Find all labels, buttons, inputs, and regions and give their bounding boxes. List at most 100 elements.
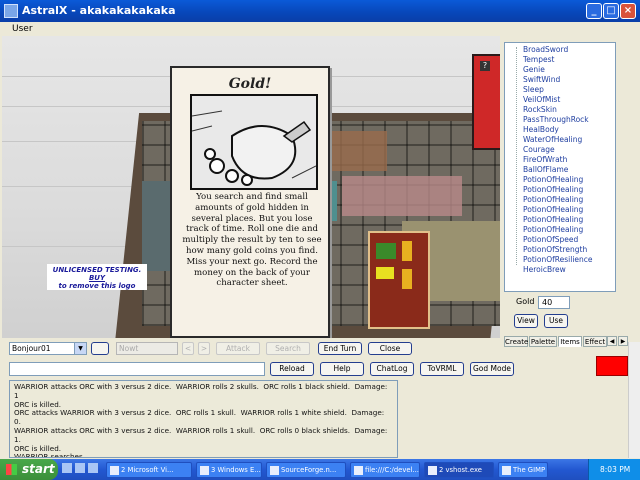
chevron-down-icon[interactable]: ▼ — [74, 343, 86, 354]
gold-sack-illustration — [190, 94, 318, 190]
item-list-entry[interactable]: PotionOfHealing — [523, 205, 583, 215]
item-list-entry[interactable]: PotionOfHealing — [523, 185, 583, 195]
red-door-tile: ? — [472, 54, 500, 150]
item-list-entry[interactable]: Genie — [523, 65, 545, 75]
item-list-entry[interactable]: PotionOfHealing — [523, 225, 583, 235]
app-icon — [270, 466, 279, 475]
view-button[interactable]: View — [514, 314, 538, 328]
log-line: WARRIOR attacks ORC with 3 versus 2 dice… — [14, 382, 390, 400]
item-list-entry[interactable]: Tempest — [523, 55, 554, 65]
item-list-entry[interactable]: Sleep — [523, 85, 544, 95]
item-list-entry[interactable]: PotionOfStrength — [523, 245, 587, 255]
app-icon — [110, 466, 119, 475]
help-button[interactable]: Help — [320, 362, 364, 376]
title-bar[interactable]: AstralX - akakakakakaka _ □ × — [0, 0, 640, 22]
minimize-button[interactable]: _ — [586, 3, 602, 19]
player-select-value: Bonjour01 — [12, 344, 51, 353]
watermark-line3: to remove this logo — [58, 282, 136, 290]
prev-button[interactable]: < — [182, 342, 194, 355]
reload-button[interactable]: Reload — [270, 362, 314, 376]
quick-launch-icon[interactable] — [75, 463, 85, 473]
menu-user[interactable]: User — [12, 22, 33, 36]
item-list-entry[interactable]: HeroicBrew — [523, 265, 566, 275]
log-line: WARRIOR attacks ORC with 3 versus 2 dice… — [14, 425, 390, 444]
search-button[interactable]: Search — [266, 342, 310, 355]
taskbar-item[interactable]: file:///C:/devel... — [350, 462, 420, 478]
tab-effect[interactable]: Effect — [583, 336, 607, 347]
gold-label: Gold — [516, 297, 535, 306]
item-list-entry[interactable]: VeilOfMist — [523, 95, 560, 105]
attack-button[interactable]: Attack — [216, 342, 260, 355]
quick-launch-icon[interactable] — [62, 463, 72, 473]
combat-log[interactable]: WARRIOR attacks ORC with 3 versus 2 dice… — [9, 380, 398, 458]
game-viewport[interactable]: Gold! You search and find small amounts … — [2, 36, 500, 338]
unlicensed-watermark[interactable]: UNLICENSED TESTING. BUY to remove this l… — [47, 264, 147, 290]
event-card: Gold! You search and find small amounts … — [170, 66, 330, 338]
taskbar-item[interactable]: 3 Windows E... — [196, 462, 262, 478]
player-select[interactable]: Bonjour01 ▼ — [9, 342, 87, 355]
tab-items[interactable]: Items — [558, 336, 582, 347]
taskbar-item-label: 2 Microsoft Vi... — [121, 466, 174, 474]
question-icon: ? — [480, 61, 490, 71]
window-title: AstralX - akakakakakaka — [22, 4, 176, 17]
tab-scroll-right-icon[interactable]: ▶ — [618, 336, 628, 346]
blank-button[interactable] — [91, 342, 109, 355]
close-window-button[interactable]: × — [620, 3, 636, 19]
windows-flag-icon — [6, 464, 17, 475]
status-indicator — [596, 356, 628, 376]
app-icon — [4, 4, 18, 18]
command-input[interactable] — [9, 362, 265, 376]
taskbar-item[interactable]: 2 Microsoft Vi... — [106, 462, 192, 478]
taskbar-item-label: 3 Windows E... — [211, 466, 261, 474]
watermark-buy-link[interactable]: BUY — [47, 274, 147, 282]
card-text: You search and find small amounts of gol… — [182, 192, 322, 289]
item-list-entry[interactable]: WaterOfHealing — [523, 135, 582, 145]
watermark-line1: UNLICENSED TESTING. — [52, 266, 142, 274]
quick-launch[interactable] — [62, 463, 102, 475]
taskbar-item-label: SourceForge.n... — [281, 466, 337, 474]
taskbar-item[interactable]: 2 vshost.exe — [424, 462, 494, 478]
app-icon — [428, 466, 437, 475]
item-list-entry[interactable]: HealBody — [523, 125, 559, 135]
item-list-entry[interactable]: PotionOfHealing — [523, 175, 583, 185]
taskbar-item[interactable]: The GIMP — [498, 462, 548, 478]
item-list[interactable]: BroadSword Tempest Genie SwiftWind Sleep Veil… — [504, 42, 616, 292]
card-title: Gold! — [228, 76, 272, 92]
tovrml-button[interactable]: ToVRML — [420, 362, 464, 376]
quick-launch-icon[interactable] — [88, 463, 98, 473]
name-field[interactable]: Nowt — [116, 342, 178, 355]
item-list-entry[interactable]: FireOfWrath — [523, 155, 567, 165]
scrollbar[interactable] — [628, 342, 640, 458]
god-mode-button[interactable]: God Mode — [470, 362, 514, 376]
taskbar-item-label: file:///C:/devel... — [365, 466, 419, 474]
tab-create[interactable]: Create — [504, 336, 528, 347]
log-line: WARRIOR searches... — [14, 452, 90, 458]
start-button[interactable]: start — [0, 459, 58, 480]
app-icon — [502, 466, 511, 475]
taskbar-item-label: 2 vshost.exe — [439, 466, 482, 474]
item-list-entry[interactable]: PotionOfHealing — [523, 215, 583, 225]
item-list-entry[interactable]: PotionOfSpeed — [523, 235, 578, 245]
next-button[interactable]: > — [198, 342, 210, 355]
item-list-entry[interactable]: Courage — [523, 145, 555, 155]
item-list-entry[interactable]: SwiftWind — [523, 75, 560, 85]
end-turn-button[interactable]: End Turn — [318, 342, 362, 355]
tab-scroll-left-icon[interactable]: ◀ — [607, 336, 617, 346]
chatlog-button[interactable]: ChatLog — [370, 362, 414, 376]
item-list-entry[interactable]: BallOfFlame — [523, 165, 568, 175]
item-list-entry[interactable]: PotionOfResilience — [523, 255, 593, 265]
gold-field[interactable]: 40 — [538, 296, 570, 309]
taskbar-item[interactable]: SourceForge.n... — [266, 462, 346, 478]
item-list-entry[interactable]: PotionOfHealing — [523, 195, 583, 205]
use-button[interactable]: Use — [544, 314, 568, 328]
close-button[interactable]: Close — [368, 342, 412, 355]
item-list-entry[interactable]: BroadSword — [523, 45, 568, 55]
log-line: ORC attacks WARRIOR with 3 versus 2 dice… — [14, 408, 387, 427]
app-icon — [354, 466, 363, 475]
clock: 8:03 PM — [600, 465, 631, 474]
red-event-tile — [368, 231, 430, 329]
tab-palette[interactable]: Palette — [529, 336, 557, 347]
item-list-entry[interactable]: RockSkin — [523, 105, 557, 115]
item-list-entry[interactable]: PassThroughRock — [523, 115, 589, 125]
maximize-button[interactable]: □ — [603, 3, 619, 19]
